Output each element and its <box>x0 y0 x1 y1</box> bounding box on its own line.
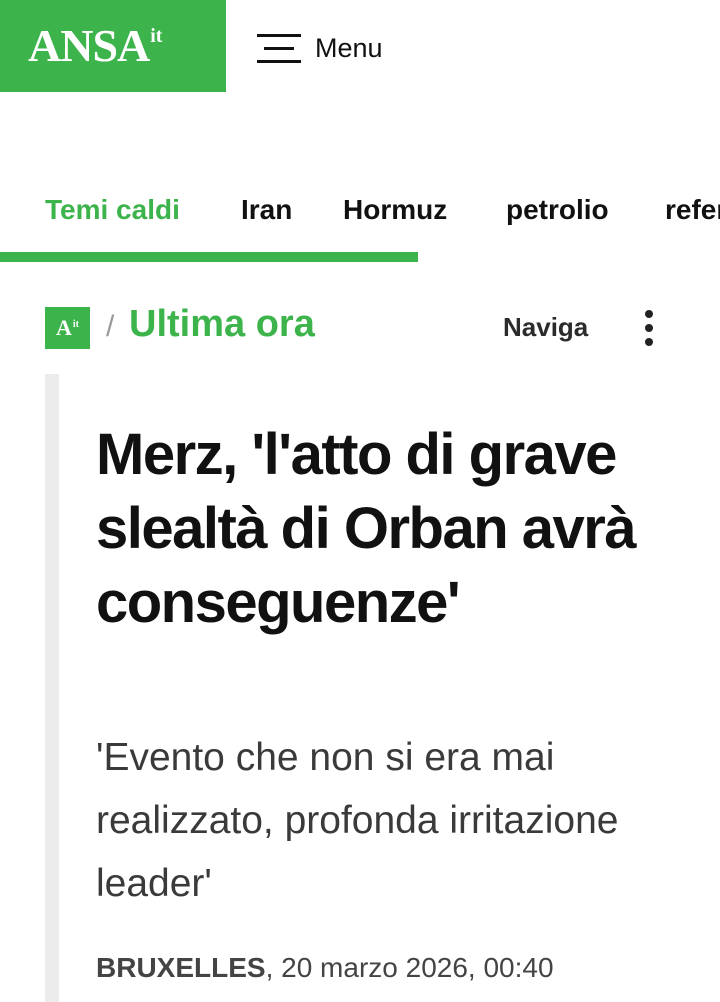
article-side-bar <box>45 374 59 1002</box>
article-dateline: BRUXELLES, 20 marzo 2026, 00:40 <box>96 952 554 984</box>
ansa-logo[interactable]: ANSA it <box>0 0 226 92</box>
topic-hormuz[interactable]: Hormuz <box>343 194 447 226</box>
breadcrumb: Ait / Ultima ora Naviga <box>0 300 720 356</box>
breadcrumb-separator: / <box>106 310 115 343</box>
logo-superscript: it <box>150 24 163 47</box>
topic-petrolio[interactable]: petrolio <box>506 194 609 226</box>
hamburger-icon <box>257 34 301 63</box>
site-header: ANSA it Menu <box>0 0 720 92</box>
topic-referendum[interactable]: referendum <box>665 194 720 226</box>
topic-temi-caldi[interactable]: Temi caldi <box>45 194 180 226</box>
logo-text: ANSA <box>28 20 150 71</box>
menu-label: Menu <box>315 32 383 63</box>
badge-letter: A <box>56 315 72 340</box>
ansa-badge-icon[interactable]: Ait <box>45 307 90 349</box>
breadcrumb-section-ultima-ora[interactable]: Ultima ora <box>129 303 315 346</box>
article-subtitle: 'Evento che non si era mai realizzato, p… <box>96 736 619 905</box>
topics-active-underline <box>0 252 418 262</box>
menu-button[interactable]: Menu <box>257 28 383 68</box>
naviga-button[interactable]: Naviga <box>503 312 588 343</box>
kebab-menu-icon[interactable] <box>638 306 660 350</box>
badge-sup: it <box>72 318 79 330</box>
hot-topics-bar: Temi caldi Iran Hormuz petrolio referend… <box>0 180 720 262</box>
dateline-date: , 20 marzo 2026, 00:40 <box>265 952 554 983</box>
topic-iran[interactable]: Iran <box>241 194 292 226</box>
dateline-place: BRUXELLES <box>96 952 266 983</box>
article-headline: Merz, 'l'atto di grave slealtà di Orban … <box>96 422 637 635</box>
